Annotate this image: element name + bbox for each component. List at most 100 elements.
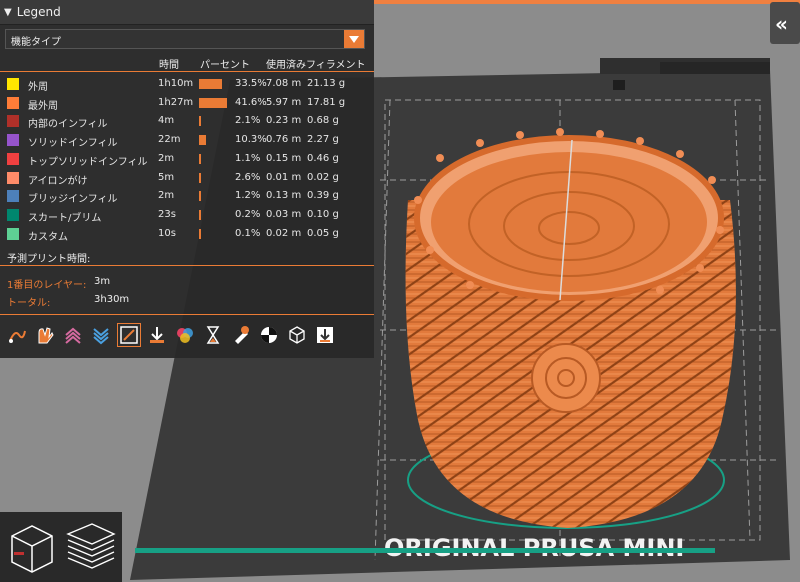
length-value: 0.02 m xyxy=(266,227,302,239)
legend-title: Legend xyxy=(16,5,61,19)
percent-value: 2.6% xyxy=(235,171,261,183)
view-type-select[interactable]: 機能タイプ xyxy=(5,29,365,49)
preview-layers-icon[interactable] xyxy=(62,516,118,576)
length-value: 0.01 m xyxy=(266,171,302,183)
custom-gcode-icon[interactable] xyxy=(230,324,252,346)
percent-bar xyxy=(199,79,222,89)
first-layer-label: 1番目のレイヤー: xyxy=(7,280,87,291)
header-divider xyxy=(0,71,374,72)
tool-marker-icon[interactable] xyxy=(314,324,336,346)
total-label: トータル: xyxy=(7,298,51,309)
center-of-gravity-icon[interactable] xyxy=(258,324,280,346)
percent-value: 2.1% xyxy=(235,115,261,127)
legend-row[interactable]: カスタム 10s 0.1% 0.02 m 0.05 g xyxy=(0,225,374,243)
length-value: 0.13 m xyxy=(266,190,302,202)
view-type-value: 機能タイプ xyxy=(11,37,61,48)
percent-value: 33.5% xyxy=(235,78,267,89)
time-value: 5m xyxy=(158,171,175,183)
legend-row[interactable]: ソリッドインフィル 22m 10.3% 0.76 m 2.27 g xyxy=(0,131,374,149)
color-swatch xyxy=(7,208,19,221)
percent-bar xyxy=(199,172,201,183)
weight-value: 0.39 g xyxy=(307,190,339,202)
legend-row[interactable]: 内部のインフィル 4m 2.1% 0.23 m 0.68 g xyxy=(0,112,374,130)
column-filament: 使用済みフィラメント xyxy=(266,60,366,71)
view-switcher xyxy=(0,512,122,582)
legend-panel: ▼ Legend 機能タイプ 時間 パーセント 使用済みフィラメント 外周 1h1… xyxy=(0,0,374,358)
percent-value: 10.3% xyxy=(235,134,267,146)
weight-value: 0.10 g xyxy=(307,208,339,220)
total-value: 3h30m xyxy=(94,294,130,305)
legend-row[interactable]: ブリッジインフィル 2m 1.2% 0.13 m 0.39 g xyxy=(0,187,374,205)
shells-icon[interactable] xyxy=(286,324,308,346)
view-options-toolbar xyxy=(6,323,336,347)
color-swatch xyxy=(7,190,19,203)
time-value: 1h27m xyxy=(158,96,194,108)
percent-value: 0.2% xyxy=(235,208,261,220)
feature-label: 最外周 xyxy=(28,100,58,112)
percent-bar xyxy=(199,135,206,146)
collapse-triangle-icon[interactable]: ▼ xyxy=(4,7,12,18)
percent-bar xyxy=(199,153,201,164)
legend-row[interactable]: 最外周 1h27m 41.6% 5.97 m 17.81 g xyxy=(0,94,374,112)
toolbar-divider xyxy=(0,314,374,315)
seams-icon[interactable] xyxy=(117,323,141,347)
feature-label: アイロンがけ xyxy=(28,175,88,187)
legend-row[interactable]: トップソリッドインフィル 2m 1.1% 0.15 m 0.46 g xyxy=(0,150,374,168)
color-swatch xyxy=(7,152,19,165)
percent-value: 1.2% xyxy=(235,190,261,202)
travel-icon[interactable] xyxy=(6,324,28,346)
length-value: 0.03 m xyxy=(266,208,302,220)
length-value: 0.76 m xyxy=(266,134,302,146)
estimate-title: 予測プリント時間: xyxy=(7,254,91,265)
double-chevron-left-icon: « xyxy=(775,12,788,36)
length-value: 0.15 m xyxy=(266,152,302,164)
color-swatch xyxy=(7,115,19,128)
legend-row[interactable]: 外周 1h10m 33.5% 7.08 m 21.13 g xyxy=(0,75,374,93)
length-value: 5.97 m xyxy=(266,96,302,108)
percent-bar xyxy=(199,191,201,202)
feature-label: 内部のインフィル xyxy=(28,119,108,131)
percent-bar xyxy=(199,209,201,220)
percent-value: 41.6% xyxy=(235,96,267,108)
dropdown-arrow-icon[interactable] xyxy=(344,30,364,48)
weight-value: 0.02 g xyxy=(307,171,339,183)
legend-row[interactable]: アイロンがけ 5m 2.6% 0.01 m 0.02 g xyxy=(0,169,374,187)
time-value: 2m xyxy=(158,190,175,202)
weight-value: 0.68 g xyxy=(307,115,339,127)
time-value: 2m xyxy=(158,152,175,164)
tool-change-icon[interactable] xyxy=(146,324,168,346)
legend-header[interactable]: ▼ Legend xyxy=(0,0,374,25)
collapse-sidebar-button[interactable]: « xyxy=(770,2,800,44)
wipe-icon[interactable] xyxy=(34,324,56,346)
pause-icon[interactable] xyxy=(202,324,224,346)
length-value: 0.23 m xyxy=(266,115,302,127)
retraction-icon[interactable] xyxy=(62,324,84,346)
color-swatch xyxy=(7,78,19,90)
first-layer-value: 3m xyxy=(94,276,111,287)
color-change-icon[interactable] xyxy=(174,324,196,346)
time-value: 1h10m xyxy=(158,78,194,89)
feature-label: 外周 xyxy=(28,82,48,93)
percent-value: 0.1% xyxy=(235,227,261,239)
deretraction-icon[interactable] xyxy=(90,324,112,346)
weight-value: 2.27 g xyxy=(307,134,339,146)
color-swatch xyxy=(7,134,19,147)
time-value: 10s xyxy=(158,227,176,239)
time-value: 23s xyxy=(158,208,176,220)
3d-view-icon[interactable] xyxy=(4,516,60,576)
percent-bar xyxy=(199,97,227,108)
feature-label: ブリッジインフィル xyxy=(28,194,118,206)
feature-label: トップソリッドインフィル xyxy=(28,156,148,168)
length-value: 7.08 m xyxy=(266,78,302,89)
weight-value: 0.46 g xyxy=(307,152,339,164)
time-value: 4m xyxy=(158,115,175,127)
feature-label: スカート/ブリム xyxy=(28,212,102,224)
estimate-divider xyxy=(0,265,374,266)
percent-bar xyxy=(199,116,201,127)
legend-row[interactable]: スカート/ブリム 23s 0.2% 0.03 m 0.10 g xyxy=(0,206,374,224)
weight-value: 0.05 g xyxy=(307,227,339,239)
feature-label: カスタム xyxy=(28,231,68,243)
color-swatch xyxy=(7,96,19,109)
feature-label: ソリッドインフィル xyxy=(28,138,118,150)
percent-value: 1.1% xyxy=(235,152,261,164)
